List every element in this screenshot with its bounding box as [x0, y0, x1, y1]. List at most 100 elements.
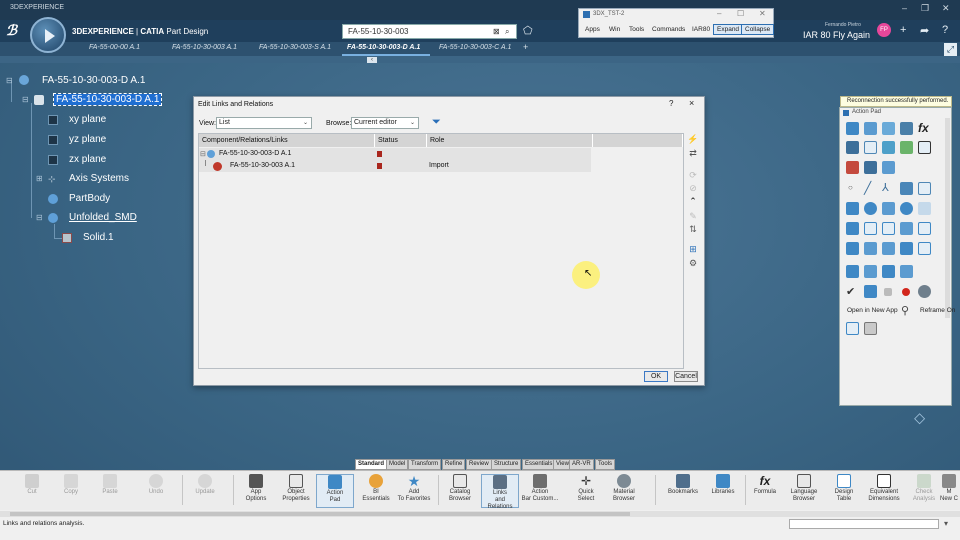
material-icon[interactable]: [918, 285, 931, 298]
row-collapse-icon[interactable]: ⊟: [200, 150, 206, 158]
loft-icon[interactable]: [900, 202, 913, 215]
tab-doc-3[interactable]: FA-55-10-30-003-S A.1: [259, 44, 331, 51]
analyze-icon[interactable]: [864, 141, 877, 154]
slot-icon[interactable]: [882, 222, 895, 235]
translate-icon[interactable]: [882, 265, 895, 278]
tag-icon[interactable]: ⬠: [523, 24, 533, 37]
sweep-icon[interactable]: [882, 202, 895, 215]
view-cube-icon[interactable]: ⬦: [914, 410, 925, 428]
column-header-status[interactable]: Status: [375, 134, 427, 147]
sketch-icon[interactable]: [918, 182, 931, 195]
paint-icon[interactable]: ✔: [846, 285, 859, 298]
formula-button[interactable]: fx Formula: [743, 474, 787, 508]
sync-icon[interactable]: ⟳: [687, 169, 699, 181]
fullscreen-icon[interactable]: ⤢: [944, 43, 957, 56]
tst-minimize-icon[interactable]: –: [717, 9, 721, 18]
add-icon[interactable]: +: [900, 24, 906, 36]
axis-icon[interactable]: ⅄: [882, 181, 895, 194]
dialog-help-button[interactable]: ?: [669, 99, 673, 108]
cut-button[interactable]: Cut: [10, 474, 54, 508]
tree-part-node[interactable]: FA-55-10-30-003-D A.1: [52, 93, 163, 106]
reframe-icon[interactable]: ⚲: [901, 304, 914, 317]
fillet-icon[interactable]: [882, 141, 895, 154]
tab-transform[interactable]: Transform: [408, 459, 442, 470]
restore-icon[interactable]: ❐: [921, 3, 929, 14]
mirror-icon[interactable]: [864, 265, 877, 278]
sort-icon[interactable]: ⇅: [687, 223, 699, 235]
column-header-extra[interactable]: [593, 134, 683, 147]
scrollbar-thumb[interactable]: [10, 512, 630, 516]
variable-fillet-icon[interactable]: [864, 242, 877, 255]
bookmarks-button[interactable]: Bookmarks: [661, 474, 705, 508]
compass-icon[interactable]: [30, 17, 66, 53]
tree-xy-plane[interactable]: xy plane: [69, 114, 106, 125]
action-pad-button[interactable]: Action Pad: [316, 474, 354, 508]
tst-menu-iar80[interactable]: IAR80: [692, 26, 710, 33]
tab-structure[interactable]: Structure: [491, 459, 522, 470]
tree-collapse-icon[interactable]: ⊟: [22, 95, 29, 104]
table-row[interactable]: FA-55-10-30-003 A.1 Import: [199, 160, 591, 172]
cancel-button[interactable]: Cancel: [674, 371, 698, 382]
face-fillet-icon[interactable]: [882, 242, 895, 255]
tst-maximize-icon[interactable]: ☐: [737, 9, 744, 18]
design-table-button[interactable]: Design Table: [822, 474, 866, 508]
tree-yz-plane[interactable]: yz plane: [69, 134, 106, 145]
tst-collapse-button[interactable]: Collapse: [741, 24, 775, 35]
ok-button[interactable]: OK: [644, 371, 668, 382]
tst-expand-button[interactable]: Expand: [713, 24, 744, 35]
tab-essentials[interactable]: Essentials: [522, 459, 556, 470]
graph-icon[interactable]: ⊞: [687, 243, 699, 255]
tree-partbody[interactable]: PartBody: [69, 193, 110, 204]
hole-icon[interactable]: [882, 122, 895, 135]
material-browser-button[interactable]: Material Browser: [602, 474, 646, 508]
shaft-icon[interactable]: [864, 122, 877, 135]
update-button[interactable]: Update: [183, 474, 227, 508]
tree-axis-systems[interactable]: Axis Systems: [69, 173, 129, 184]
object-properties-button[interactable]: Object Properties: [274, 474, 318, 508]
view-select[interactable]: List ⌄: [216, 117, 312, 129]
command-input[interactable]: [789, 519, 939, 529]
libraries-button[interactable]: Libraries: [701, 474, 745, 508]
language-browser-button[interactable]: Language Browser: [782, 474, 826, 508]
avatar[interactable]: FP: [877, 23, 891, 37]
zoom-icon[interactable]: [864, 161, 877, 174]
tree-root-product[interactable]: FA-55-10-30-003-D A.1: [42, 75, 145, 86]
chamfer-icon[interactable]: [900, 141, 913, 154]
tree-view-icon[interactable]: [846, 322, 859, 335]
constraint-icon[interactable]: [918, 141, 931, 154]
power-input-icon[interactable]: ▾: [944, 519, 948, 528]
draft-angle-icon[interactable]: [918, 242, 931, 255]
help-icon[interactable]: ?: [942, 24, 948, 36]
column-header-role[interactable]: Role: [427, 134, 593, 147]
edge-fillet-icon[interactable]: [846, 242, 859, 255]
pocket-icon[interactable]: [846, 222, 859, 235]
tst-menu-tools[interactable]: Tools: [629, 26, 644, 33]
paste-button[interactable]: Paste: [88, 474, 132, 508]
formula-icon[interactable]: fx: [918, 121, 931, 135]
shell-icon[interactable]: [882, 161, 895, 174]
tst-menu-apps[interactable]: Apps: [585, 26, 600, 33]
tab-standard[interactable]: Standard: [355, 459, 388, 470]
lightning-icon[interactable]: ⚡: [687, 133, 699, 145]
equivalent-dimensions-button[interactable]: Equivalent Dimensions: [862, 474, 906, 508]
record-icon[interactable]: [902, 288, 910, 296]
collapse-arrow-icon[interactable]: ‹: [367, 57, 377, 63]
tst-close-icon[interactable]: ✕: [759, 9, 766, 18]
tree-zx-plane[interactable]: zx plane: [69, 154, 106, 165]
ds-logo-icon[interactable]: ℬ: [6, 22, 17, 39]
column-header-component[interactable]: Component/Relations/Links: [199, 134, 375, 147]
edit-icon[interactable]: ✎: [687, 210, 699, 222]
reframe-on-label[interactable]: Reframe On: [920, 307, 955, 314]
remove-icon[interactable]: [900, 222, 913, 235]
tree-collapse-icon[interactable]: ⊟: [6, 76, 13, 85]
tree-unfolded-smd[interactable]: Unfolded_SMD: [69, 212, 137, 223]
clear-search-icon[interactable]: ⊠: [493, 27, 500, 36]
undo-button[interactable]: Undo: [134, 474, 178, 508]
links-and-relations-button[interactable]: Links and Relations: [481, 474, 519, 510]
thickness-icon[interactable]: [918, 202, 931, 215]
render-icon[interactable]: [864, 285, 877, 298]
measure-icon[interactable]: [846, 141, 859, 154]
tst-menu-win[interactable]: Win: [609, 26, 620, 33]
new-tab-button[interactable]: +: [523, 42, 528, 52]
dialog-close-button[interactable]: ×: [689, 98, 694, 108]
